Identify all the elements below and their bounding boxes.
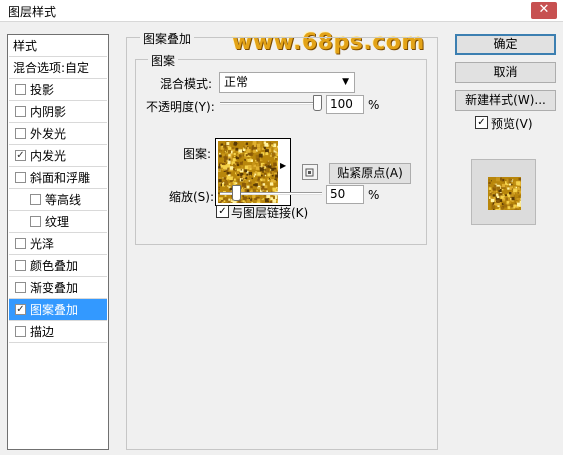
opacity-slider-thumb[interactable] (313, 95, 322, 111)
preview-label: 预览(V) (491, 117, 533, 131)
style-item-label: 颜色叠加 (30, 259, 79, 273)
style-item[interactable]: 描边 (9, 321, 107, 343)
opacity-value: 100 (330, 97, 353, 111)
style-item-checkbox[interactable]: ✓ (15, 150, 26, 161)
checkmark-icon: ✓ (477, 117, 486, 128)
scale-label: 缩放(S): (169, 190, 215, 204)
scale-value: 50 (330, 187, 346, 201)
style-item-label: 渐变叠加 (30, 281, 79, 295)
style-item[interactable]: ✓ 内发光 (9, 145, 107, 167)
preview-checkbox[interactable]: ✓ (475, 116, 488, 129)
style-item-checkbox[interactable] (15, 238, 26, 249)
style-item-checkbox[interactable] (15, 106, 26, 117)
style-item-checkbox[interactable] (30, 216, 41, 227)
style-item[interactable]: ✓ 图案叠加 (9, 299, 107, 321)
close-button[interactable]: ✕ (531, 2, 557, 19)
new-style-label: 新建样式(W)... (465, 93, 546, 107)
style-list: 样式 混合选项:自定 投影内阴影外发光 ✓ 内发光斜面和浮雕等高线纹理光泽颜色叠加渐… (7, 34, 109, 450)
window-title: 图层样式 (8, 5, 57, 19)
style-item-checkbox[interactable] (15, 128, 26, 139)
blend-options-label: 混合选项:自定 (13, 61, 90, 75)
blend-options-item[interactable]: 混合选项:自定 (9, 57, 107, 79)
style-item-label: 等高线 (45, 193, 82, 207)
dialog-client: 样式 混合选项:自定 投影内阴影外发光 ✓ 内发光斜面和浮雕等高线纹理光泽颜色叠加渐… (0, 22, 563, 455)
style-item[interactable]: 等高线 (9, 189, 107, 211)
style-item-label: 描边 (30, 325, 55, 339)
pattern-dropdown-icon[interactable]: ▶ (280, 161, 286, 170)
style-list-header: 样式 (9, 35, 107, 57)
style-item-checkbox[interactable] (15, 84, 26, 95)
checkmark-icon: ✓ (218, 206, 227, 217)
style-item-checkbox[interactable] (15, 260, 26, 271)
style-item[interactable]: 斜面和浮雕 (9, 167, 107, 189)
style-list-header-label: 样式 (13, 39, 38, 53)
scale-input[interactable]: 50 (326, 185, 364, 204)
blend-mode-value: 正常 (224, 75, 249, 89)
style-item[interactable]: 内阴影 (9, 101, 107, 123)
style-item-label: 斜面和浮雕 (30, 171, 91, 185)
style-item-label: 纹理 (45, 215, 70, 229)
style-item-label: 内发光 (30, 149, 67, 163)
snap-to-origin-button[interactable]: 贴紧原点(A) (329, 163, 411, 184)
close-icon: ✕ (538, 2, 550, 17)
style-item-checkbox[interactable] (15, 172, 26, 183)
link-with-layer-checkbox[interactable]: ✓ (216, 205, 229, 218)
gold-preview-swatch (488, 177, 521, 210)
pattern-label: 图案: (183, 147, 212, 161)
new-preset-icon[interactable] (302, 164, 318, 180)
style-item-label: 光泽 (30, 237, 55, 251)
cancel-label: 取消 (493, 65, 518, 79)
style-item[interactable]: 渐变叠加 (9, 277, 107, 299)
style-item-label: 内阴影 (30, 105, 67, 119)
style-item-label: 外发光 (30, 127, 67, 141)
chevron-down-icon: ▼ (342, 77, 349, 87)
style-item[interactable]: 投影 (9, 79, 107, 101)
blend-mode-select[interactable]: 正常 ▼ (219, 72, 355, 93)
style-item-checkbox[interactable] (30, 194, 41, 205)
opacity-label: 不透明度(Y): (146, 100, 215, 114)
pattern-overlay-title: 图案叠加 (140, 30, 195, 47)
style-item-label: 投影 (30, 83, 55, 97)
style-preview (471, 159, 536, 225)
style-item-checkbox[interactable] (15, 282, 26, 293)
cancel-button[interactable]: 取消 (455, 62, 556, 83)
style-item[interactable]: 光泽 (9, 233, 107, 255)
style-item-label: 图案叠加 (30, 303, 79, 317)
snap-to-origin-label: 贴紧原点(A) (337, 166, 403, 180)
pattern-picker[interactable]: ▶ (215, 138, 291, 206)
style-item-checkbox[interactable]: ✓ (15, 304, 26, 315)
title-bar: 图层样式 ✕ (0, 0, 563, 22)
ok-label: 确定 (493, 37, 518, 51)
opacity-slider-track[interactable] (220, 102, 322, 105)
link-with-layer-label: 与图层链接(K) (231, 206, 309, 220)
pattern-group-title: 图案 (148, 52, 179, 69)
style-item[interactable]: 外发光 (9, 123, 107, 145)
style-item[interactable]: 纹理 (9, 211, 107, 233)
opacity-percent: % (368, 98, 380, 112)
ok-button[interactable]: 确定 (455, 34, 556, 55)
blend-mode-label: 混合模式: (160, 77, 213, 91)
style-item[interactable]: 颜色叠加 (9, 255, 107, 277)
scale-slider-thumb[interactable] (232, 185, 242, 201)
opacity-input[interactable]: 100 (326, 95, 364, 114)
style-item-checkbox[interactable] (15, 326, 26, 337)
scale-percent: % (368, 188, 380, 202)
new-style-button[interactable]: 新建样式(W)... (455, 90, 556, 111)
